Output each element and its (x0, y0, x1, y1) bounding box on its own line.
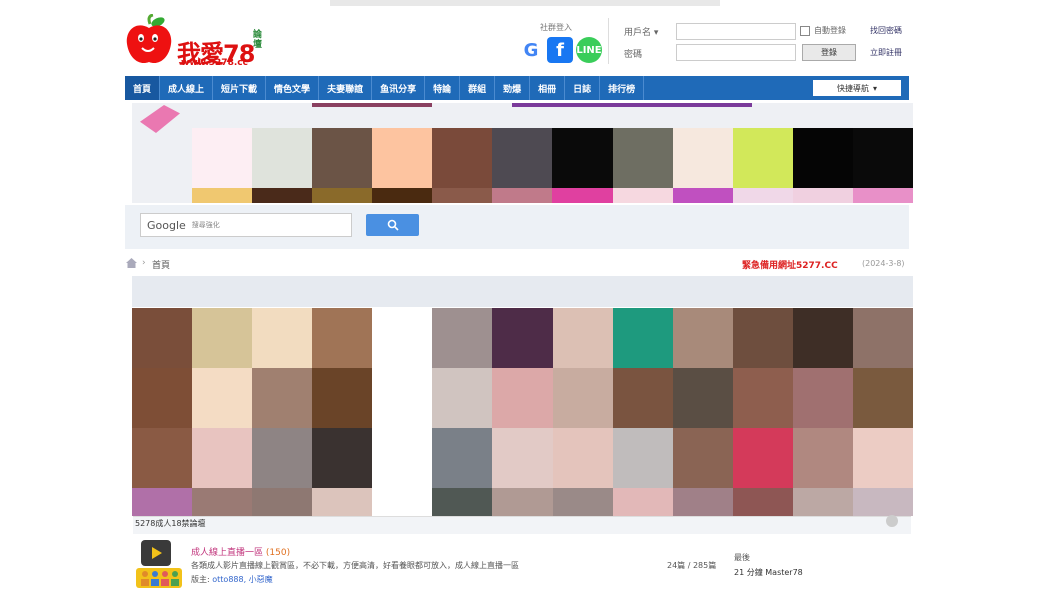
logo-subtext: 論壇 (253, 30, 263, 50)
nav-item-albums[interactable]: 相冊 (530, 76, 566, 100)
section-title[interactable]: 5278成人18禁論壇 (133, 516, 911, 534)
password-label: 密碼 (624, 50, 643, 60)
banner-mosaic-top (192, 128, 913, 203)
site-logo[interactable]: 我愛78 論壇 www.5278.cc (125, 14, 285, 70)
autologin-label[interactable]: 自動登錄 (814, 25, 846, 36)
banner-corner-graphic (140, 105, 180, 133)
last-post-label: 最後 (734, 553, 750, 562)
facebook-icon[interactable]: f (547, 37, 573, 63)
logo-url: www.5278.cc (181, 58, 248, 68)
forum-moderators: 版主: otto888, 小惡魔 (191, 574, 273, 585)
forum-stats: 24篇 / 285篇 (667, 561, 717, 570)
google-brand-label: Google (147, 218, 186, 232)
notice-date: (2024-3-8) (862, 259, 905, 268)
forum-description: 各類成人影片直播線上觀賞區，不必下載，方便高清，好看養眼都可放入，成人線上直播一… (191, 561, 519, 570)
search-input[interactable]: Google 搜尋強化 (140, 213, 352, 237)
forum-title-link[interactable]: 成人線上直播一區 (150) (191, 545, 290, 558)
nav-item-literature[interactable]: 情色文學 (266, 76, 320, 100)
password-input[interactable] (676, 44, 796, 61)
ad-mosaic-main[interactable] (132, 308, 913, 516)
forum-today-count: (150) (265, 548, 291, 558)
line-icon[interactable]: LINE (576, 37, 602, 63)
search-button[interactable] (366, 214, 419, 236)
moderators-label: 版主: (191, 575, 210, 584)
breadcrumb-separator: › (142, 258, 146, 268)
moderators-list[interactable]: otto888, 小惡魔 (212, 575, 272, 584)
nav-item-special[interactable]: 特論 (425, 76, 461, 100)
banner-top-strip-2 (512, 103, 752, 107)
ad-banner-strip (132, 276, 913, 307)
forum-title: 成人線上直播一區 (191, 548, 264, 558)
apple-logo-icon (126, 14, 172, 64)
nav-item-groups[interactable]: 群組 (460, 76, 496, 100)
forum-icon[interactable] (135, 538, 183, 590)
backup-url-notice[interactable]: 緊急備用網址5277.CC (742, 258, 838, 271)
nav-item-video-download[interactable]: 短片下載 (213, 76, 267, 100)
quick-nav-label: 快捷導航 (836, 83, 869, 93)
main-nav: 首頁 成人線上 短片下載 情色文學 夫妻聯誼 鱼讯分享 特論 群組 勁爆 相冊 … (125, 76, 909, 100)
search-icon (387, 219, 399, 231)
last-post-info[interactable]: 21 分鐘 Master78 (734, 567, 803, 578)
home-icon[interactable] (126, 258, 137, 268)
social-login-label: 社群登入 (540, 23, 572, 32)
breadcrumb-current[interactable]: 首頁 (152, 258, 170, 271)
chevron-down-icon: ▾ (872, 83, 877, 93)
google-icon[interactable]: G (518, 37, 544, 63)
username-input[interactable] (676, 23, 796, 40)
quick-nav-dropdown[interactable]: 快捷導航 ▾ (813, 80, 901, 96)
forgot-password-link[interactable]: 找回密碼 (870, 25, 902, 36)
banner-top-strip (312, 103, 432, 107)
autologin-checkbox[interactable] (800, 26, 810, 36)
username-label[interactable]: 用戶名 ▾ (624, 25, 658, 38)
top-strip (330, 0, 720, 6)
nav-item-ranking[interactable]: 排行榜 (600, 76, 645, 100)
nav-item-home[interactable]: 首頁 (125, 76, 161, 100)
nav-item-share[interactable]: 鱼讯分享 (372, 76, 426, 100)
collapse-icon[interactable] (886, 515, 898, 527)
header-divider (608, 18, 609, 64)
nav-item-adult-live[interactable]: 成人線上 (160, 76, 214, 100)
login-button[interactable]: 登錄 (802, 44, 856, 61)
social-login-group: G f LINE (518, 37, 602, 63)
nav-item-hot[interactable]: 勁爆 (495, 76, 531, 100)
register-link[interactable]: 立即註冊 (870, 47, 902, 58)
search-placeholder: 搜尋強化 (191, 221, 220, 229)
live-stream-icon (136, 540, 182, 588)
nav-item-couples[interactable]: 夫妻聯誼 (319, 76, 373, 100)
nav-item-blog[interactable]: 日誌 (565, 76, 601, 100)
